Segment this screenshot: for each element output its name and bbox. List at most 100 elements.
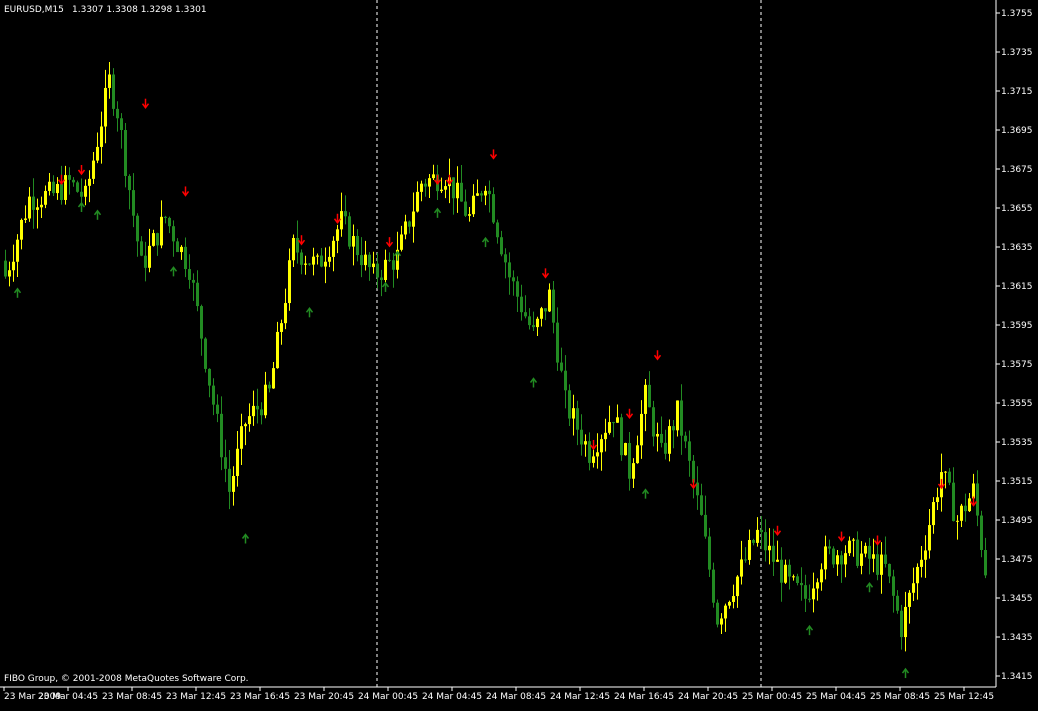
candle-body (264, 384, 267, 416)
candle-body (900, 610, 903, 638)
candle-body (196, 282, 199, 307)
candle-body (188, 269, 191, 280)
candle-body (52, 181, 55, 194)
candle-body (896, 595, 899, 611)
candle-body (768, 545, 771, 551)
candle-body (372, 263, 375, 268)
time-tick-label: 24 Mar 12:45 (550, 692, 610, 702)
price-tick-label: 1.3475 (1001, 555, 1033, 565)
candle-body (408, 221, 411, 227)
price-tick-label: 1.3595 (1001, 321, 1033, 331)
time-tick-label: 23 Mar 16:45 (230, 692, 290, 702)
candle-body (596, 452, 599, 457)
candle-body (728, 601, 731, 606)
time-tick-label: 24 Mar 00:45 (358, 692, 418, 702)
chart-root: 1.3755 1.3735 1.3715 1.3695 1.3675 1.3655 1.36… (0, 0, 1038, 707)
candle-body (116, 108, 119, 119)
price-tick-label: 1.3435 (1001, 633, 1033, 643)
candle-body (28, 196, 31, 219)
candle-body (320, 255, 323, 267)
candle-body (276, 331, 279, 369)
candle-body (952, 482, 955, 522)
candle-body (828, 546, 831, 549)
candle-body (800, 582, 803, 586)
candle-body (340, 211, 343, 230)
candle-body (604, 432, 607, 440)
candle-body (64, 175, 67, 200)
candle-body (160, 216, 163, 246)
candle-body (580, 429, 583, 445)
candle-body (656, 433, 659, 437)
candle-body (760, 529, 763, 533)
candle-body (464, 201, 467, 216)
candle-body (544, 308, 547, 312)
candle-body (512, 277, 515, 282)
candle-body (660, 433, 663, 443)
candle-body (856, 539, 859, 566)
candle-body (484, 190, 487, 196)
price-tick-label: 1.3495 (1001, 516, 1033, 526)
candle-body (732, 596, 735, 602)
candle-body (584, 441, 587, 445)
candle-body (912, 583, 915, 593)
candle-body (648, 384, 651, 408)
candle-body (332, 240, 335, 257)
candle-body (204, 338, 207, 369)
candle-body (924, 550, 927, 560)
candle-body (404, 221, 407, 235)
time-tick-label: 25 Mar 00:45 (742, 692, 802, 702)
candle-body (488, 190, 491, 195)
candle-body (636, 445, 639, 464)
candle-body (808, 598, 811, 600)
candle-body (496, 222, 499, 238)
candle-body (980, 515, 983, 550)
time-tick-label: 24 Mar 16:45 (614, 692, 674, 702)
candle-body (876, 554, 879, 575)
candle-body (308, 263, 311, 265)
candle-body (920, 559, 923, 567)
candle-body (324, 261, 327, 267)
candle-body (60, 183, 63, 200)
candle-body (776, 559, 779, 562)
candle-body (540, 308, 543, 319)
candle-body (916, 566, 919, 584)
candle-body (724, 605, 727, 619)
price-tick-label: 1.3535 (1001, 438, 1033, 448)
time-tick-label: 24 Mar 20:45 (678, 692, 738, 702)
candle-body (716, 602, 719, 625)
candle-body (720, 618, 723, 625)
candle-body (476, 193, 479, 196)
candle-body (588, 441, 591, 463)
candle-body (888, 563, 891, 577)
price-tick-label: 1.3715 (1001, 87, 1033, 97)
candle-body (76, 182, 79, 192)
candle-body (140, 241, 143, 256)
candle (624, 442, 627, 456)
candle-body (164, 216, 167, 218)
price-tick-label: 1.3515 (1001, 477, 1033, 487)
candle-body (252, 405, 255, 417)
candle-body (960, 505, 963, 521)
candle-body (280, 323, 283, 332)
candle-body (336, 229, 339, 241)
candle-body (772, 545, 775, 562)
candle-body (48, 181, 51, 191)
candle-body (824, 546, 827, 570)
candle-body (748, 540, 751, 560)
candle-body (500, 237, 503, 255)
price-tick-label: 1.3655 (1001, 204, 1033, 214)
candle-body (112, 74, 115, 109)
candle-body (784, 564, 787, 583)
candle-body (832, 548, 835, 565)
candle-body (132, 190, 135, 216)
time-tick-label: 25 Mar 08:45 (870, 692, 930, 702)
candle-body (844, 553, 847, 565)
candle-body (144, 255, 147, 268)
candle-body (192, 279, 195, 283)
candle-body (236, 448, 239, 476)
candle-body (84, 185, 87, 197)
candle-body (820, 569, 823, 583)
candle-body (676, 400, 679, 431)
candle-body (836, 555, 839, 565)
candle-body (240, 426, 243, 449)
